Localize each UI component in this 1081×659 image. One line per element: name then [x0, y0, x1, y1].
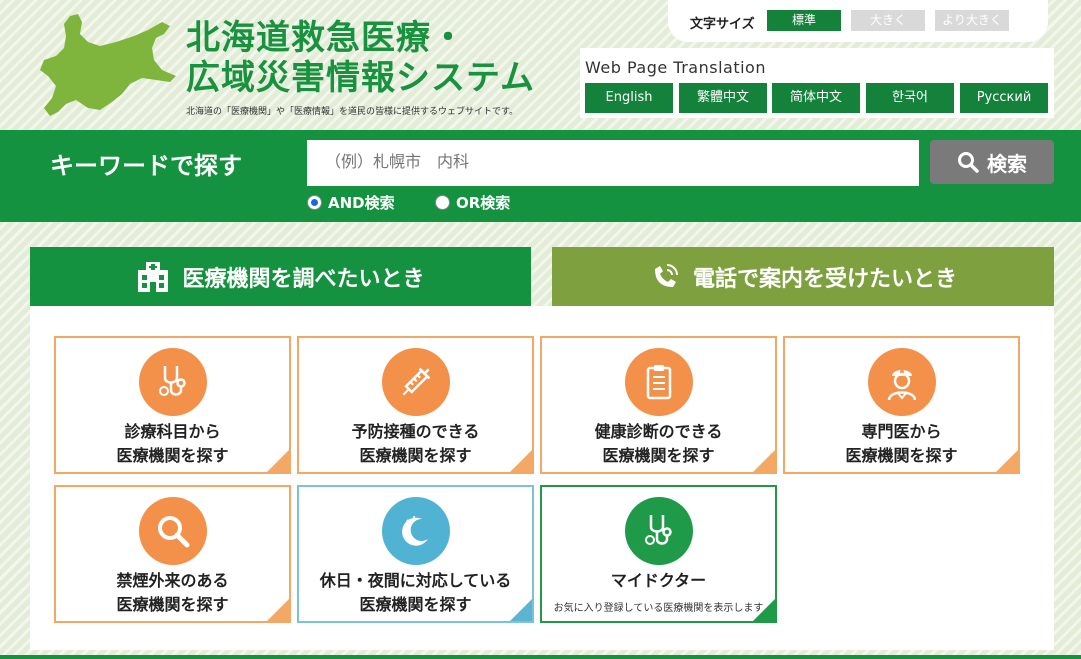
- card-label-line2: 医療機関を探す: [116, 446, 229, 465]
- clipboard-icon: [624, 348, 693, 416]
- font-size-label: 文字サイズ: [690, 17, 755, 32]
- hokkaido-map-logo-icon[interactable]: [30, 12, 180, 124]
- card-label-line1: 専門医から: [861, 422, 942, 441]
- card-label: 禁煙外来のある 医療機関を探す: [56, 569, 289, 617]
- font-size-switcher: 文字サイズ 標準 大きく より大きく: [668, 0, 1048, 42]
- site-title[interactable]: 北海道救急医療・ 広域災害情報システム: [186, 18, 535, 98]
- lang-traditional-chinese-button[interactable]: 繁體中文: [679, 83, 767, 113]
- card-sublabel: お気に入り登録している医療機関を表示します: [553, 603, 764, 614]
- card-label: 予防接種のできる 医療機関を探す: [299, 420, 532, 468]
- search-button-label: 検索: [987, 151, 1027, 176]
- tab-find-medical-institution-label: 医療機関を調べたいとき: [182, 266, 425, 292]
- search-icon: [958, 152, 979, 173]
- card-label: マイドクター: [610, 571, 707, 590]
- font-size-standard-button[interactable]: 標準: [767, 10, 841, 31]
- lang-korean-button[interactable]: 한국어: [866, 83, 954, 113]
- card-label-line2: 医療機関を探す: [845, 446, 958, 465]
- search-button[interactable]: 検索: [930, 140, 1054, 184]
- lang-english-button[interactable]: English: [585, 83, 673, 113]
- and-search-radio[interactable]: [307, 195, 322, 210]
- search-title: キーワードで探す: [50, 152, 242, 180]
- tab-find-medical-institution[interactable]: 医療機関を調べたいとき: [30, 247, 531, 306]
- site-title-line1: 北海道救急医療・: [186, 18, 466, 58]
- translation-label: Web Page Translation: [585, 58, 766, 77]
- card-label-line2: 医療機関を探す: [359, 595, 472, 614]
- card-search-by-department[interactable]: 診療科目から 医療機関を探す: [54, 336, 291, 474]
- doctor-icon: [867, 348, 936, 416]
- card-label: 休日・夜間に対応している 医療機関を探す: [299, 569, 532, 617]
- card-label-line1: 健康診断のできる: [594, 422, 723, 441]
- card-label-line1: 休日・夜間に対応している: [319, 571, 512, 590]
- site-title-line2: 広域災害情報システム: [186, 58, 535, 98]
- site-header: 北海道救急医療・ 広域災害情報システム 北海道の「医療機関」や「医療情報」を道民…: [0, 0, 1081, 130]
- site-tagline: 北海道の「医療機関」や「医療情報」を道民の皆様に提供するウェブサイトです。: [186, 107, 519, 117]
- translation-box: Web Page Translation English 繁體中文 简体中文 한…: [580, 48, 1054, 118]
- keyword-search-bar: キーワードで探す 検索 AND検索 OR検索: [0, 130, 1081, 222]
- card-search-smoking-cessation[interactable]: 禁煙外来のある 医療機関を探す: [54, 485, 291, 623]
- card-search-holiday-night[interactable]: 休日・夜間に対応している 医療機関を探す: [297, 485, 534, 623]
- card-label-line1: 予防接種のできる: [351, 422, 480, 441]
- or-search-label: OR検索: [456, 194, 511, 212]
- stethoscope-icon: [624, 497, 693, 565]
- card-label-line2: 医療機関を探す: [116, 595, 229, 614]
- tab-phone-guidance[interactable]: 電話で案内を受けたいとき: [552, 247, 1054, 306]
- card-label-line1: 禁煙外来のある: [116, 571, 229, 590]
- or-search-radio[interactable]: [435, 195, 450, 210]
- and-search-option[interactable]: AND検索: [307, 192, 395, 213]
- lang-simplified-chinese-button[interactable]: 简体中文: [772, 83, 860, 113]
- card-my-doctor[interactable]: マイドクター お気に入り登録している医療機関を表示します: [540, 485, 777, 623]
- card-search-vaccination[interactable]: 予防接種のできる 医療機関を探す: [297, 336, 534, 474]
- card-label: 専門医から 医療機関を探す: [785, 420, 1018, 468]
- syringe-icon: [381, 348, 450, 416]
- stethoscope-icon: [138, 348, 207, 416]
- card-label: 診療科目から 医療機関を探す: [56, 420, 289, 468]
- or-search-option[interactable]: OR検索: [435, 192, 510, 213]
- search-input[interactable]: [307, 140, 919, 186]
- font-size-large-button[interactable]: 大きく: [851, 10, 925, 31]
- card-label-line2: 医療機関を探す: [602, 446, 715, 465]
- phone-icon: [654, 263, 678, 287]
- lang-russian-button[interactable]: Русский: [960, 83, 1048, 113]
- card-search-specialist[interactable]: 専門医から 医療機関を探す: [783, 336, 1020, 474]
- footer-border: [0, 655, 1081, 659]
- magnifier-icon: [138, 497, 207, 565]
- and-search-label: AND検索: [328, 194, 395, 212]
- card-label-line2: 医療機関を探す: [359, 446, 472, 465]
- font-size-larger-button[interactable]: より大きく: [935, 10, 1009, 31]
- card-label-line1: 診療科目から: [124, 422, 221, 441]
- card-label: 健康診断のできる 医療機関を探す: [542, 420, 775, 468]
- hospital-building-icon: [138, 261, 169, 292]
- card-search-health-checkup[interactable]: 健康診断のできる 医療機関を探す: [540, 336, 777, 474]
- moon-icon: [381, 497, 450, 565]
- tab-phone-guidance-label: 電話で案内を受けたいとき: [692, 266, 957, 292]
